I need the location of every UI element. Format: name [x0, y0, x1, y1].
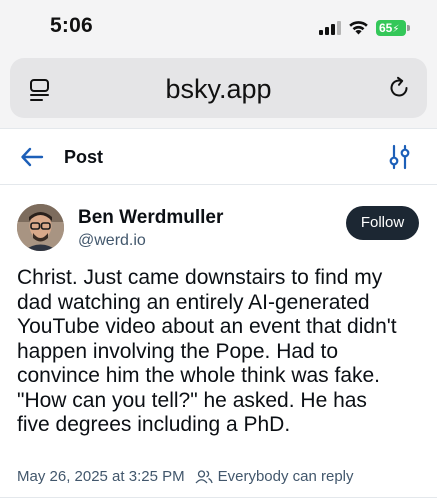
post-meta: May 26, 2025 at 3:25 PM Everybody can re…	[17, 468, 354, 485]
page-title: Post	[64, 147, 104, 167]
wifi-icon	[349, 21, 368, 35]
battery-level: 65	[379, 21, 393, 35]
back-arrow-icon[interactable]	[20, 146, 44, 168]
status-bar: 5:06 65⚡	[0, 0, 437, 52]
post-text: Christ. Just came downstairs to find my …	[17, 266, 397, 436]
battery-indicator: 65⚡	[376, 20, 406, 36]
author-handle[interactable]: @werd.io	[78, 232, 146, 250]
post-timestamp[interactable]: May 26, 2025 at 3:25 PM	[17, 468, 185, 485]
status-time: 5:06	[50, 14, 93, 37]
avatar-image	[17, 204, 64, 251]
battery-tip	[407, 25, 410, 31]
address-bar[interactable]: bsky.app	[10, 58, 427, 118]
browser-toolbar: bsky.app	[0, 52, 437, 128]
settings-sliders-icon[interactable]	[388, 144, 412, 170]
signal-icon	[319, 20, 341, 35]
reply-setting[interactable]: Everybody can reply	[218, 468, 354, 485]
avatar[interactable]	[17, 204, 64, 251]
reload-icon[interactable]	[387, 76, 411, 100]
url-text[interactable]: bsky.app	[10, 74, 427, 105]
divider	[0, 497, 437, 498]
follow-button[interactable]: Follow	[346, 206, 419, 240]
people-icon	[195, 469, 213, 483]
author-name[interactable]: Ben Werdmuller	[78, 207, 223, 229]
page-header: Post	[0, 128, 437, 185]
